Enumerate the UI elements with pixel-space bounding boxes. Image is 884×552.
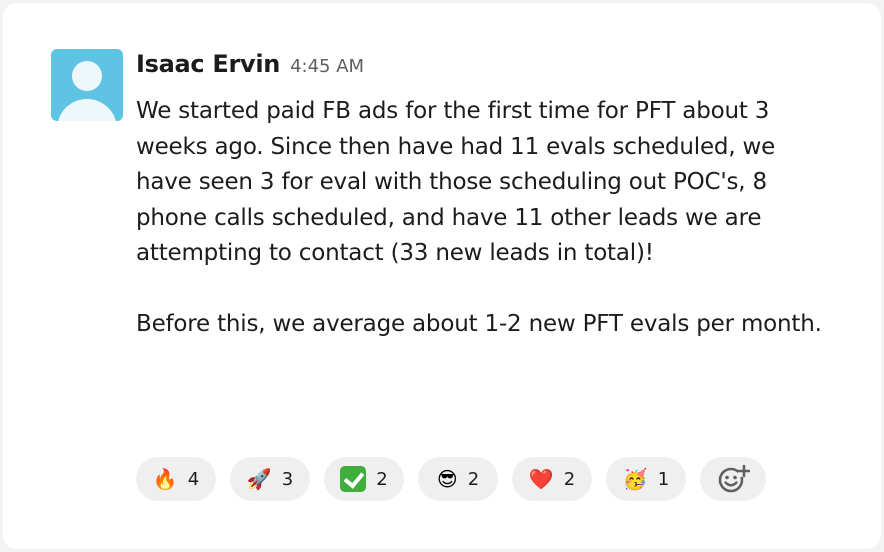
reaction-fire[interactable]: 🔥 4	[136, 457, 216, 501]
reactions-bar: 🔥 4 🚀 3 2 😎 2 ❤️ 2 🥳 1	[136, 457, 766, 501]
reaction-check[interactable]: 2	[324, 457, 404, 501]
reaction-party[interactable]: 🥳 1	[606, 457, 686, 501]
reaction-count: 2	[467, 468, 480, 490]
reaction-rocket[interactable]: 🚀 3	[230, 457, 310, 501]
author-name[interactable]: Isaac Ervin	[136, 50, 280, 78]
message-header: Isaac Ervin 4:45 AM	[136, 50, 836, 86]
reaction-count: 1	[657, 468, 670, 490]
reaction-count: 3	[281, 468, 294, 490]
reaction-count: 2	[376, 468, 388, 490]
message-content: Isaac Ervin 4:45 AM We started paid FB a…	[136, 50, 836, 342]
check-box-shape	[340, 466, 367, 492]
avatar-body-shape	[57, 99, 117, 121]
sunglasses-face-icon: 😎	[436, 467, 458, 491]
reaction-count: 4	[187, 468, 200, 490]
add-reaction-button[interactable]	[700, 457, 766, 501]
fire-icon: 🔥	[152, 467, 178, 491]
add-reaction-icon	[718, 464, 750, 493]
message-body: We started paid FB ads for the first tim…	[136, 94, 836, 342]
avatar[interactable]	[51, 49, 123, 121]
reaction-heart[interactable]: ❤️ 2	[512, 457, 592, 501]
rocket-icon: 🚀	[246, 467, 272, 491]
partying-face-icon: 🥳	[622, 467, 648, 491]
message-timestamp[interactable]: 4:45 AM	[290, 56, 364, 77]
avatar-head-shape	[72, 61, 102, 91]
message-paragraph: We started paid FB ads for the first tim…	[136, 98, 776, 266]
message-paragraph: Before this, we average about 1-2 new PF…	[136, 310, 822, 337]
reaction-sunglasses[interactable]: 😎 2	[418, 457, 498, 501]
red-heart-icon: ❤️	[528, 467, 554, 491]
white-check-mark-icon	[340, 466, 367, 492]
reaction-count: 2	[563, 468, 576, 490]
